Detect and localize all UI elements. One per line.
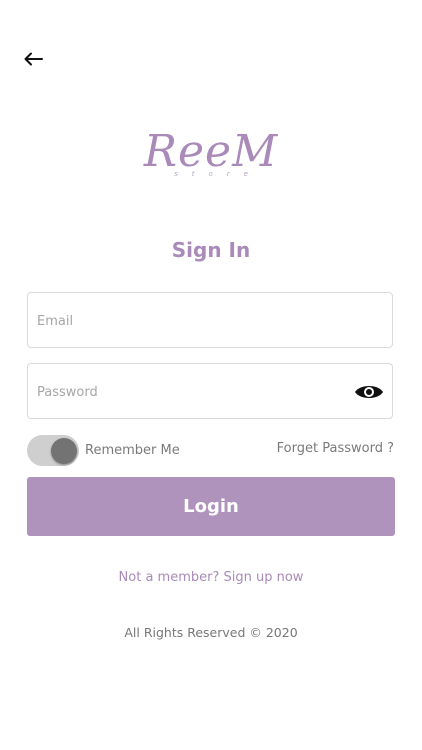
toggle-knob bbox=[51, 437, 77, 464]
email-input[interactable] bbox=[35, 293, 339, 349]
logo-subtitle: store bbox=[174, 170, 262, 178]
show-password-button[interactable] bbox=[354, 382, 384, 402]
logo-word: ReeM bbox=[143, 126, 279, 177]
page-title: Sign In bbox=[171, 238, 251, 262]
remember-me-label: Remember Me bbox=[85, 442, 180, 458]
back-button[interactable] bbox=[22, 48, 44, 70]
eye-icon bbox=[355, 386, 383, 398]
arrow-left-icon bbox=[24, 52, 43, 66]
remember-me-toggle[interactable] bbox=[27, 434, 79, 466]
brand-logo: ReeM store bbox=[0, 128, 422, 188]
login-button[interactable]: Login bbox=[27, 477, 395, 536]
email-field[interactable] bbox=[27, 292, 393, 349]
signup-link[interactable]: Not a member? Sign up now bbox=[0, 570, 422, 585]
footer-copyright: All Rights Reserved © 2020 bbox=[124, 625, 298, 640]
remember-me-row: Remember Me bbox=[27, 434, 180, 466]
password-field[interactable] bbox=[27, 363, 393, 420]
password-input[interactable] bbox=[35, 364, 339, 420]
forget-password-link[interactable]: Forget Password ? bbox=[277, 441, 394, 456]
